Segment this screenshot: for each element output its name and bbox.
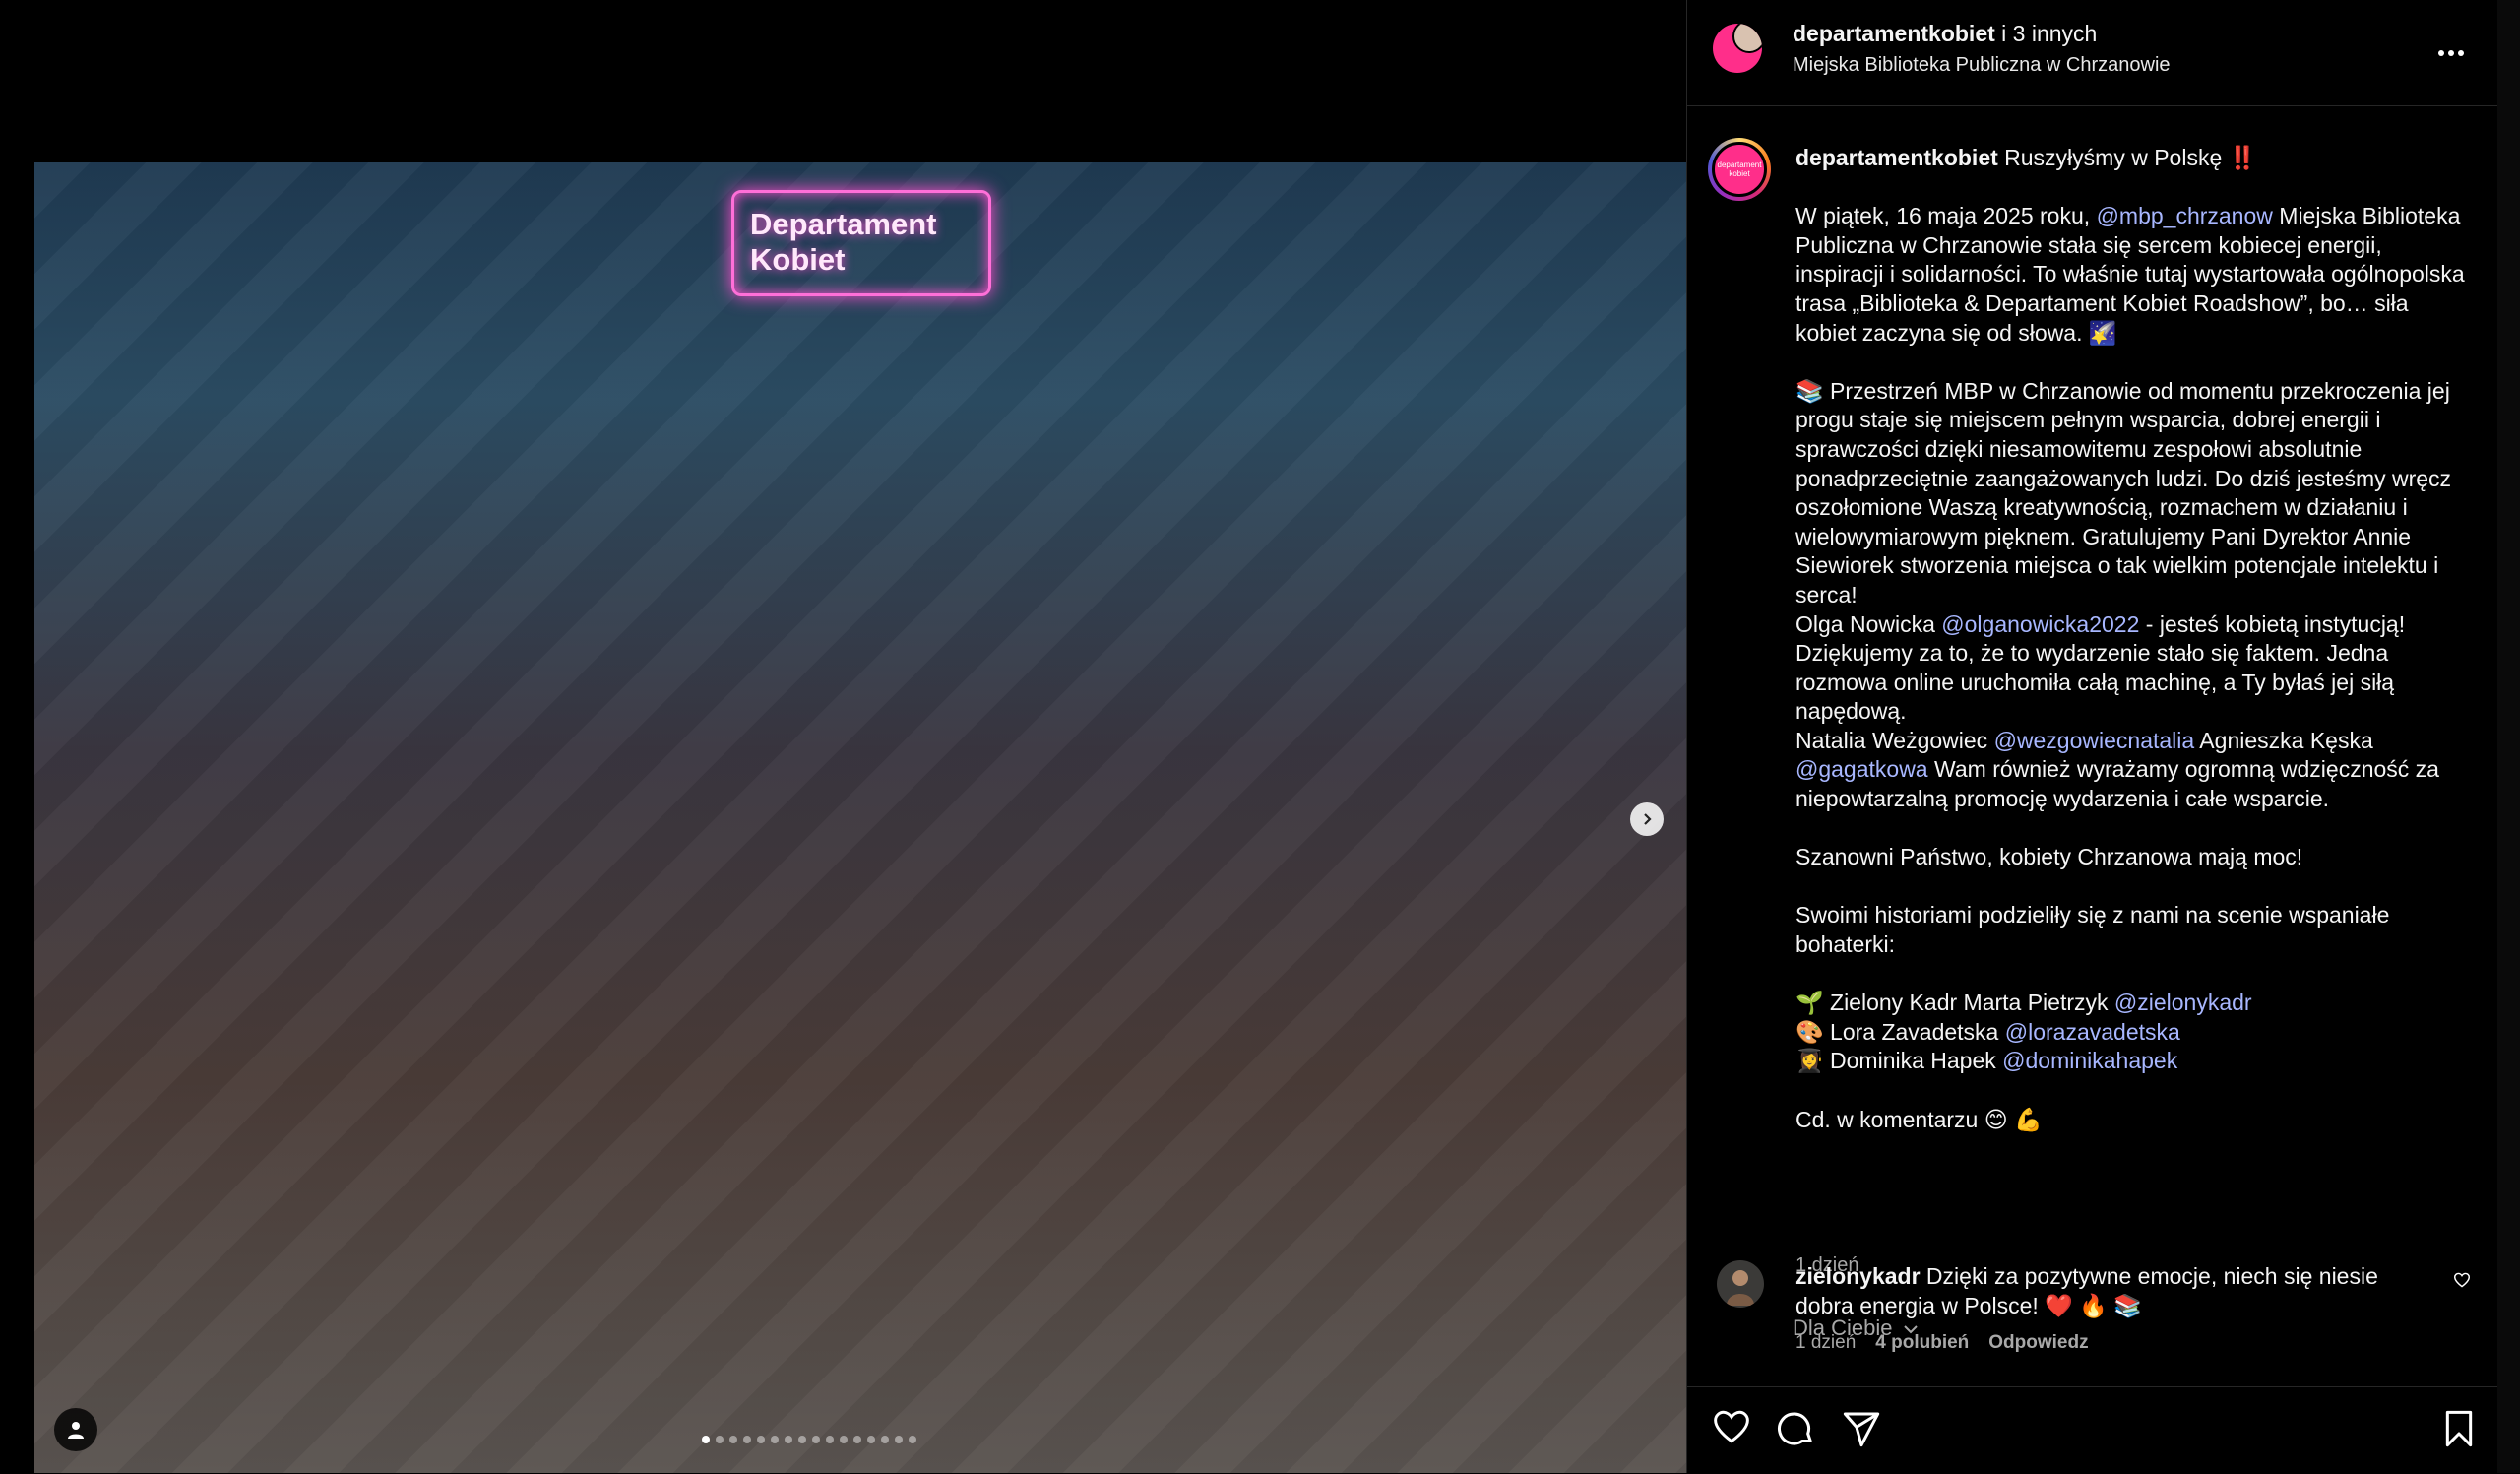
- author-avatar[interactable]: departament kobiet: [1708, 138, 1771, 201]
- like-button[interactable]: [1712, 1409, 1751, 1449]
- hero-line-3: 👩‍🎓 Dominika Hapek @dominikahapek: [1796, 1047, 2475, 1076]
- send-icon: [1843, 1412, 1880, 1447]
- hero-line-2: 🎨 Lora Zavadetska @lorazavadetska: [1796, 1018, 2475, 1048]
- comment-like-button[interactable]: [2453, 1272, 2471, 1293]
- caption-title-text: Ruszyłyśmy w Polskę ‼️: [1997, 145, 2257, 170]
- comment-time[interactable]: 1 dzień: [1796, 1332, 1856, 1354]
- more-horizontal-icon: [2438, 50, 2464, 56]
- tagged-users-button[interactable]: [54, 1408, 97, 1451]
- commenter-avatar[interactable]: [1717, 1260, 1764, 1308]
- mention-link[interactable]: @zielonykadr: [2114, 990, 2252, 1015]
- post-panel: departamentkobiet i 3 innych Miejska Bib…: [1686, 0, 2498, 1473]
- carousel-dot: [729, 1436, 737, 1443]
- carousel-dot: [812, 1436, 820, 1443]
- carousel-dot: [853, 1436, 861, 1443]
- share-button[interactable]: [1842, 1409, 1881, 1453]
- author-name[interactable]: departamentkobiet: [1793, 21, 1995, 46]
- comment-icon: [1778, 1412, 1812, 1445]
- avatar-silhouette: [1727, 1270, 1754, 1306]
- carousel-dot: [757, 1436, 765, 1443]
- caption-paragraph-7: Cd. w komentarzu 😊 💪: [1796, 1106, 2043, 1132]
- comment-meta: 1 dzień 4 polubień Odpowiedz: [1796, 1332, 2089, 1354]
- caption-paragraph-4: Natalia Weżgowiec @wezgowiecnatalia Agni…: [1796, 727, 2475, 814]
- coauthors[interactable]: i 3 innych: [1995, 21, 2097, 46]
- text: W piątek, 16 maja 2025 roku,: [1796, 203, 2097, 229]
- text: Natalia Weżgowiec: [1796, 727, 1994, 753]
- caption-paragraph-5: Szanowni Państwo, kobiety Chrzanowa mają…: [1796, 844, 2303, 870]
- post-photo[interactable]: Departament Kobiet: [34, 162, 1686, 1473]
- carousel-dot: [785, 1436, 792, 1443]
- text: Agnieszka Kęska: [2194, 727, 2373, 753]
- text: Olga Nowicka: [1796, 610, 1942, 637]
- comment-likes[interactable]: 4 polubień: [1875, 1332, 1969, 1354]
- hero-line-1: 🌱 Zielony Kadr Marta Pietrzyk @zielonyka…: [1796, 989, 2475, 1018]
- caption-title: departamentkobiet Ruszyłyśmy w Polskę ‼️: [1796, 144, 2475, 173]
- neon-line-2: Kobiet: [750, 242, 846, 277]
- photo-placeholder: [34, 162, 1686, 1473]
- mention-link[interactable]: @olganowicka2022: [1941, 611, 2139, 637]
- caption-paragraph-6: Swoimi historiami podzieliły się z nami …: [1796, 902, 2390, 958]
- neon-sign: Departament Kobiet: [731, 190, 991, 296]
- mention-link[interactable]: @mbp_chrzanow: [2097, 203, 2273, 228]
- media-area: Departament Kobiet: [0, 0, 1686, 1473]
- carousel-dot: [867, 1436, 875, 1443]
- carousel-dot: [909, 1436, 916, 1443]
- heart-icon: [2453, 1272, 2471, 1288]
- caption: departamentkobiet Ruszyłyśmy w Polskę ‼️…: [1796, 144, 2475, 1134]
- caption-paragraph-1: W piątek, 16 maja 2025 roku, @mbp_chrzan…: [1796, 202, 2475, 348]
- carousel-dot: [702, 1436, 710, 1443]
- mention-link[interactable]: @lorazavadetska: [2005, 1019, 2180, 1045]
- bookmark-icon: [2445, 1410, 2473, 1447]
- header-username[interactable]: departamentkobiet i 3 innych: [1793, 21, 2097, 47]
- save-button[interactable]: [2442, 1409, 2476, 1453]
- reply-button[interactable]: Odpowiedz: [1988, 1332, 2088, 1354]
- carousel-dot: [881, 1436, 889, 1443]
- location-link[interactable]: Miejska Biblioteka Publiczna w Chrzanowi…: [1793, 54, 2171, 77]
- carousel-dot: [826, 1436, 834, 1443]
- caption-author[interactable]: departamentkobiet: [1796, 145, 1998, 170]
- text: 🌱 Zielony Kadr Marta Pietrzyk: [1796, 990, 2114, 1016]
- mention-link[interactable]: @wezgowiecnatalia: [1994, 728, 2195, 753]
- user-tag-icon: [68, 1422, 84, 1439]
- avatar-text: departament kobiet: [1712, 142, 1767, 197]
- avatar[interactable]: [1713, 24, 1762, 73]
- text: 👩‍🎓 Dominika Hapek: [1796, 1048, 2003, 1074]
- carousel-indicator: [702, 1436, 916, 1443]
- comment-item: zielonykadr Dzięki za pozytywne emocje, …: [1687, 1250, 2498, 1378]
- mention-link[interactable]: @gagatkowa: [1796, 756, 1928, 782]
- post-header: departamentkobiet i 3 innych Miejska Bib…: [1687, 0, 2498, 106]
- text: 🎨 Lora Zavadetska: [1796, 1018, 2005, 1045]
- carousel-dot: [743, 1436, 751, 1443]
- heart-icon: [1714, 1410, 1749, 1443]
- carousel-dot: [895, 1436, 903, 1443]
- caption-paragraph-2: 📚 Przestrzeń MBP w Chrzanowie od momentu…: [1796, 377, 2452, 608]
- scrollbar[interactable]: [2497, 0, 2520, 1473]
- neon-line-1: Departament: [750, 207, 937, 241]
- carousel-dot: [716, 1436, 724, 1443]
- chevron-right-icon: [1644, 813, 1652, 825]
- post-caption-area: departament kobiet departamentkobiet Rus…: [1687, 106, 2498, 1340]
- carousel-dot: [798, 1436, 806, 1443]
- next-slide-button[interactable]: [1630, 802, 1664, 836]
- action-bar: [1687, 1386, 2498, 1474]
- commenter-username[interactable]: zielonykadr: [1796, 1263, 1921, 1289]
- comment-button[interactable]: [1777, 1409, 1816, 1453]
- comment-text: zielonykadr Dzięki za pozytywne emocje, …: [1796, 1262, 2426, 1320]
- carousel-dot: [840, 1436, 848, 1443]
- mention-link[interactable]: @dominikahapek: [2002, 1048, 2177, 1073]
- carousel-dot: [771, 1436, 779, 1443]
- caption-paragraph-3: Olga Nowicka @olganowicka2022 - jesteś k…: [1796, 610, 2475, 727]
- more-options-button[interactable]: [2437, 32, 2465, 65]
